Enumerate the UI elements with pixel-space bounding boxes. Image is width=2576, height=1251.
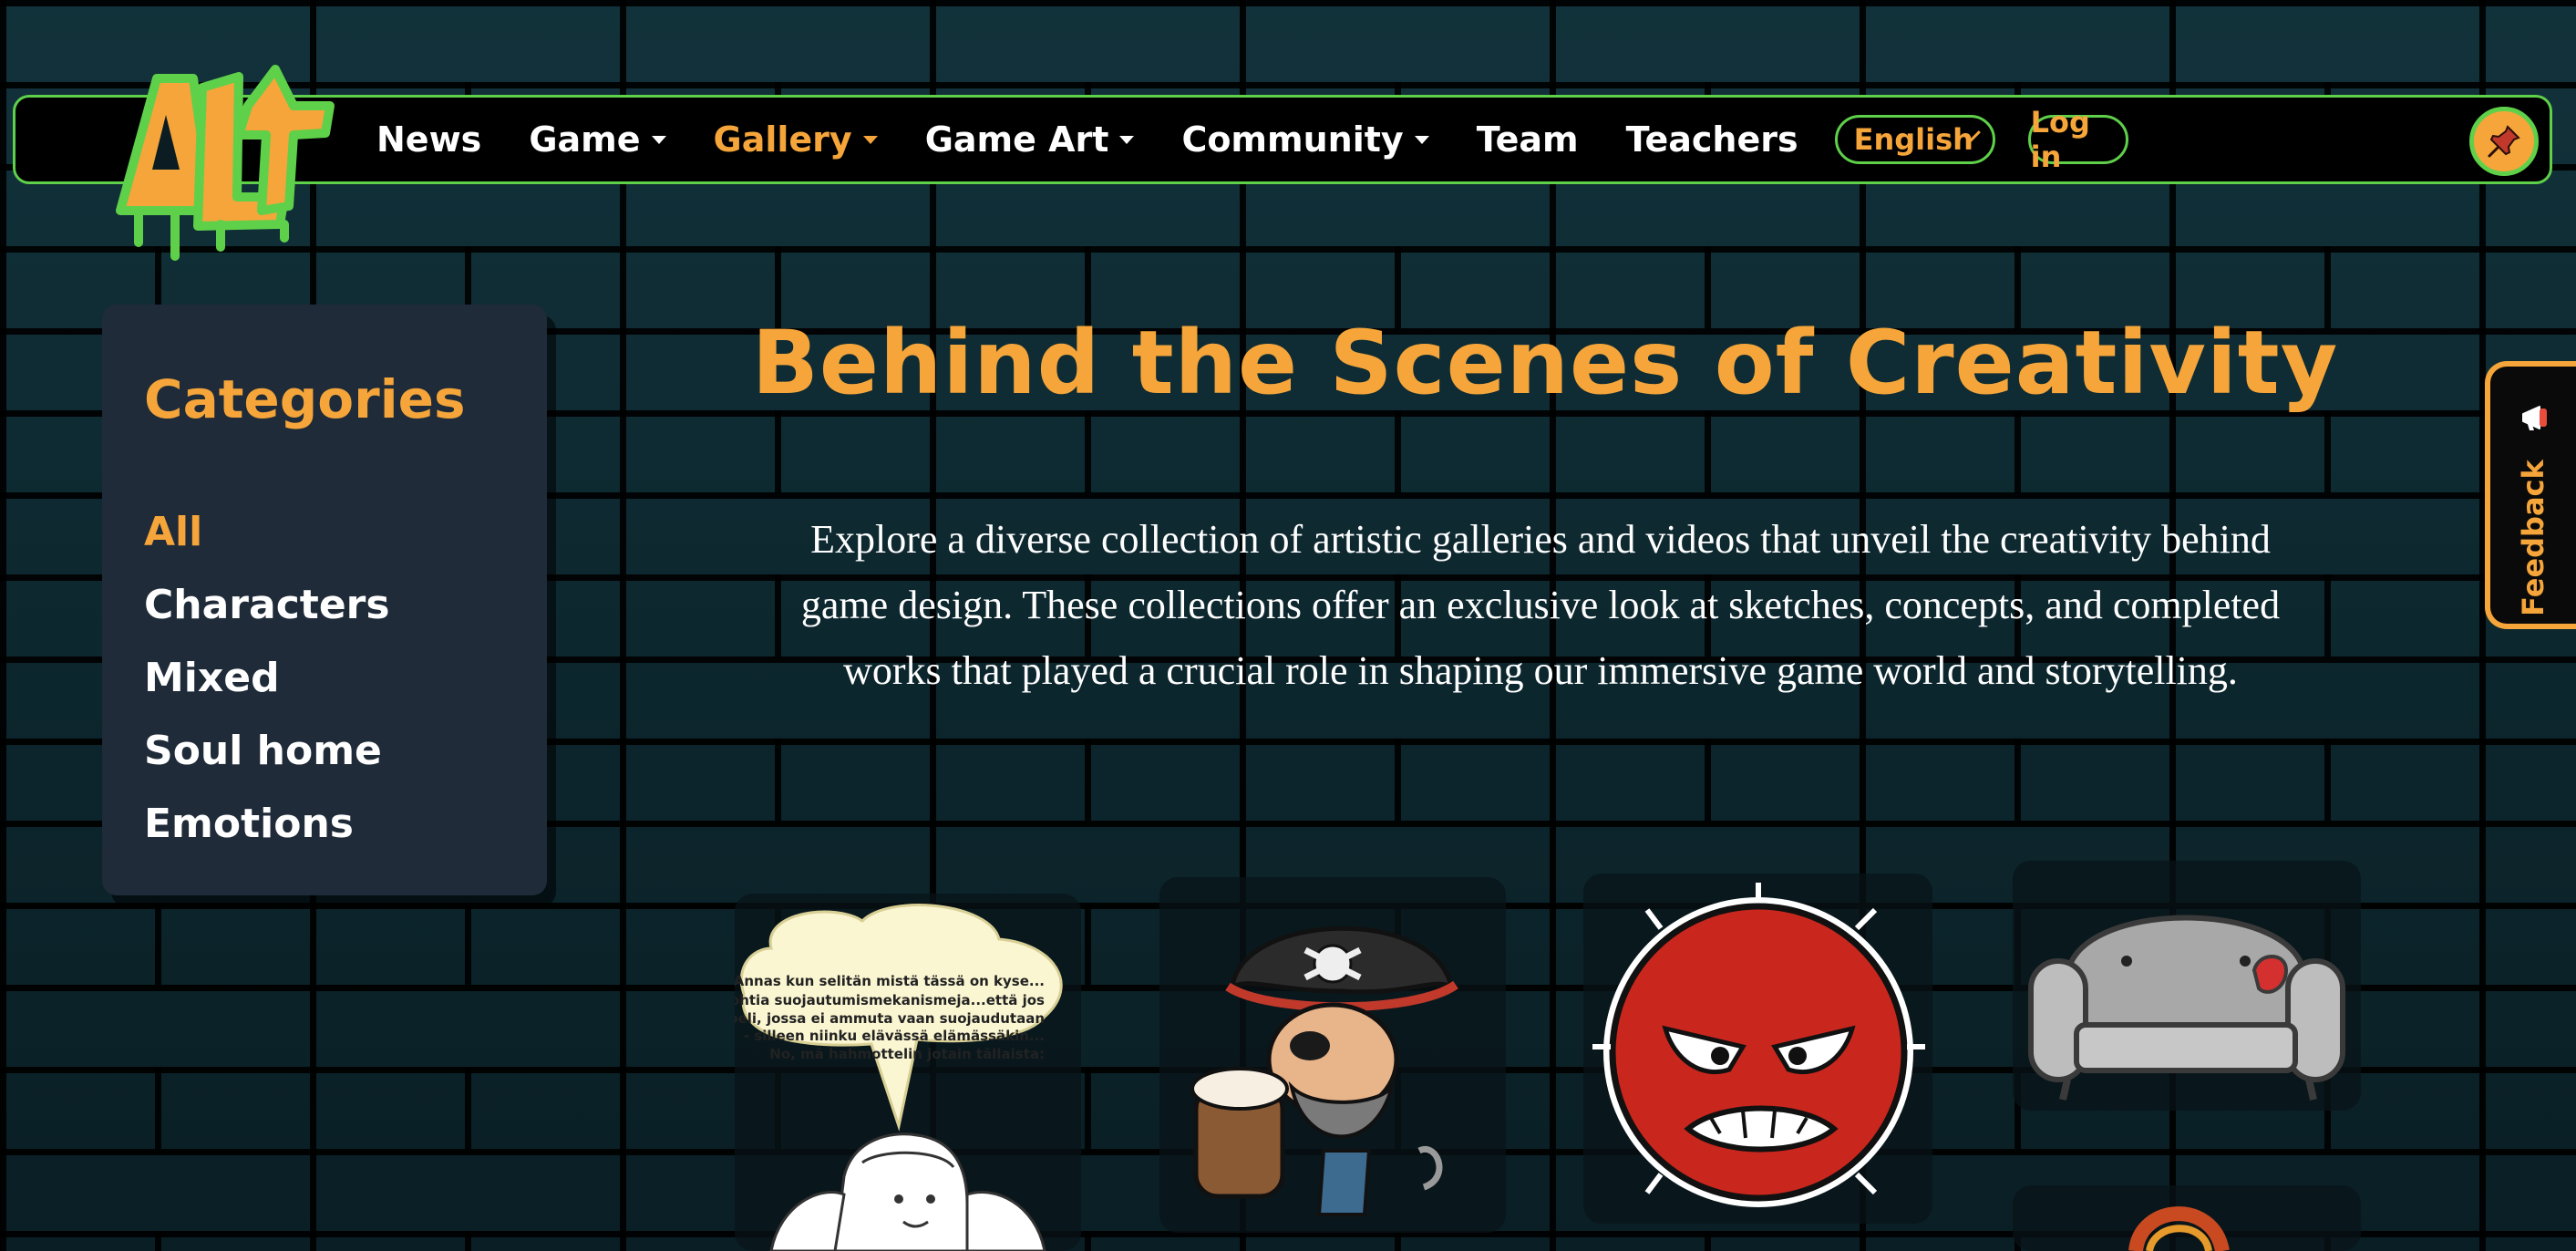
speech-line-4: - silleen niinku elävässä elämässäkin...: [744, 1028, 1045, 1044]
speech-line-3: olisikin peli, jossa ei ammuta vaan suoj…: [735, 1010, 1045, 1027]
nav-item-gallery[interactable]: Gallery: [714, 119, 878, 160]
speech-line-2: Aloin pohtia suojautumismekanismeja...et…: [735, 992, 1045, 1008]
page-description: Explore a diverse collection of artistic…: [800, 517, 2281, 693]
caret-down-icon: [651, 135, 666, 144]
nav-item-game-art[interactable]: Game Art: [925, 119, 1135, 160]
feedback-tab[interactable]: Feedback: [2485, 361, 2576, 629]
comic-sketch-image: Annas kun selitän mistä tässä on kyse...…: [735, 904, 1063, 1251]
gallery-item-pirate[interactable]: [1159, 877, 1506, 1233]
category-all[interactable]: All: [144, 496, 390, 569]
login-button[interactable]: Log in: [2027, 105, 2128, 174]
pin-button[interactable]: [2469, 107, 2539, 176]
megaphone-icon: [2522, 406, 2547, 430]
site-logo[interactable]: [102, 51, 341, 261]
nav-item-teachers[interactable]: Teachers: [1626, 119, 1798, 160]
nav-links: News Game Gallery Game Art Community Tea…: [376, 98, 2128, 181]
page-title: Behind the Scenes of Creativity: [751, 312, 2339, 414]
angry-red-ball-image: [1592, 883, 1925, 1207]
gallery-item-partial[interactable]: [2013, 1185, 2361, 1251]
grey-sofa-image: [2028, 915, 2345, 1101]
nav-item-news[interactable]: News: [376, 119, 481, 160]
top-navbar: News Game Gallery Game Art Community Tea…: [13, 95, 2552, 184]
caret-down-icon: [862, 135, 878, 144]
pirate-image: [1190, 925, 1458, 1216]
speech-line-5: No, mä hahmottelin jotain tällaista:: [769, 1046, 1045, 1062]
nav-item-team[interactable]: Team: [1477, 119, 1579, 160]
gallery-item-comic-sketch[interactable]: Annas kun selitän mistä tässä on kyse...…: [735, 894, 1081, 1251]
caret-down-icon: [1414, 135, 1429, 144]
category-characters[interactable]: Characters: [144, 569, 390, 642]
category-mixed[interactable]: Mixed: [144, 642, 390, 715]
pushpin-icon: [2488, 125, 2520, 158]
speech-line-1: Annas kun selitän mistä tässä on kyse...: [735, 973, 1045, 989]
partial-artwork-image: [2128, 1206, 2230, 1251]
categories-panel: Categories All Characters Mixed Soul hom…: [102, 305, 547, 895]
gallery-item-sofa[interactable]: [2013, 861, 2361, 1111]
category-soul-home[interactable]: Soul home: [144, 715, 390, 788]
category-list: All Characters Mixed Soul home Emotions: [144, 496, 390, 861]
gallery-item-angry-ball[interactable]: [1583, 874, 1932, 1224]
caret-down-icon: [1119, 135, 1135, 144]
nav-item-community[interactable]: Community: [1181, 119, 1429, 160]
language-select[interactable]: English: [1834, 115, 1995, 164]
categories-title: Categories: [144, 368, 466, 430]
category-emotions[interactable]: Emotions: [144, 788, 390, 861]
nav-item-game[interactable]: Game: [529, 119, 666, 160]
